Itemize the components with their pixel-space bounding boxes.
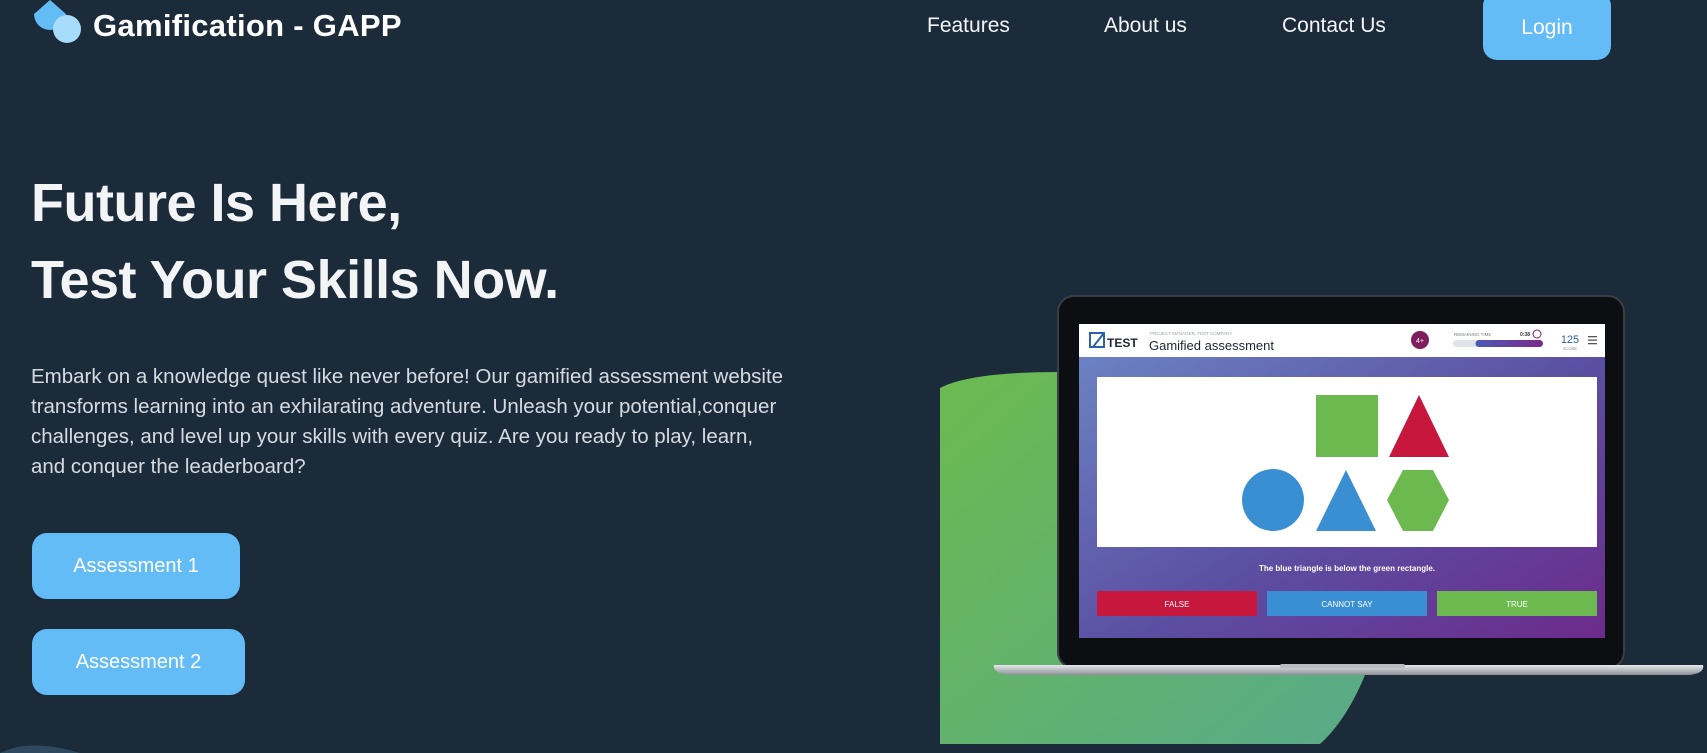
answer-false-label: FALSE <box>1165 600 1190 609</box>
screen-subtitle: PROJECT MANAGER, TEST COMPANY <box>1150 331 1232 336</box>
timer-label: REMAINING TIME <box>1454 332 1491 337</box>
hamburger-menu-icon <box>1588 336 1597 345</box>
level-badge-text: 4+ <box>1416 338 1424 345</box>
score-value: 125 <box>1561 334 1579 346</box>
bottom-wave-decoration <box>0 745 80 753</box>
score-label: SCORE <box>1563 346 1578 351</box>
timer-value: 0:38 <box>1520 332 1530 338</box>
nav-link-features[interactable]: Features <box>927 14 1010 38</box>
login-button[interactable]: Login <box>1483 0 1611 60</box>
green-square-shape <box>1316 395 1378 457</box>
screen-logo-text: TEST <box>1107 336 1138 350</box>
laptop-hinge <box>1280 664 1405 668</box>
answer-cannot-say-label: CANNOT SAY <box>1321 600 1373 609</box>
assessment-2-button[interactable]: Assessment 2 <box>32 629 245 695</box>
nav-link-contact-us[interactable]: Contact Us <box>1282 14 1386 38</box>
timer-bar-fill <box>1475 340 1543 347</box>
screen-title: Gamified assessment <box>1149 338 1274 353</box>
hero-description: Embark on a knowledge quest like never b… <box>31 365 784 478</box>
laptop-mockup: TEST PROJECT MANAGER, TEST COMPANY Gamif… <box>993 295 1704 675</box>
answer-true-label: TRUE <box>1506 600 1528 609</box>
assessment-1-button[interactable]: Assessment 1 <box>32 533 240 599</box>
top-nav: Gamification - GAPP Features About us Co… <box>0 0 1707 60</box>
brand-title[interactable]: Gamification - GAPP <box>93 8 402 44</box>
question-text: The blue triangle is below the green rec… <box>1259 564 1435 573</box>
nav-link-about-us[interactable]: About us <box>1104 14 1187 38</box>
hero-headline-line2: Test Your Skills Now. <box>31 250 559 310</box>
blue-circle-shape <box>1242 469 1304 531</box>
hero-headline-line1: Future Is Here, <box>31 173 402 233</box>
droplet-logo-icon <box>34 0 81 43</box>
